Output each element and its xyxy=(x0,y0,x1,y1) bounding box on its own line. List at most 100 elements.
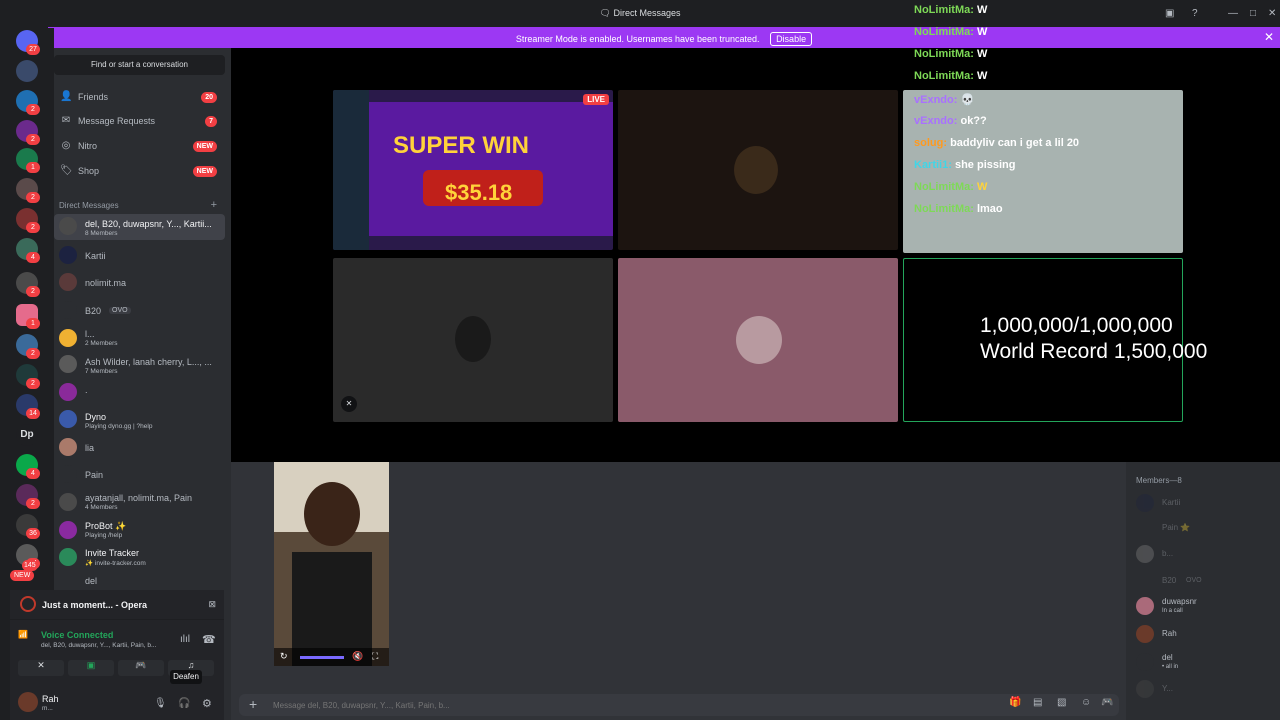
activity-button[interactable]: 🎮 xyxy=(118,660,164,676)
dm-item[interactable]: Invite Tracker ✨ invite-tracker.com xyxy=(54,545,225,571)
dm-item[interactable]: Dyno Playing dyno.gg | ?help xyxy=(54,407,225,433)
activity-close-icon[interactable]: ⊠ xyxy=(208,599,216,610)
chat-text: W xyxy=(976,4,988,16)
create-dm-icon[interactable]: + xyxy=(211,199,217,211)
nav-nitro[interactable]: ◎ Nitro NEW xyxy=(54,135,225,157)
screenshare-button[interactable]: ▣ xyxy=(68,660,114,676)
member-item[interactable]: del • all in xyxy=(1136,651,1276,673)
emoji-icon[interactable]: ☺ xyxy=(1081,697,1091,708)
chat-author: NoLimitMa: xyxy=(914,70,974,82)
deafen-icon[interactable]: 🎧 xyxy=(178,698,190,709)
participant-tile[interactable]: ✕ xyxy=(333,258,613,422)
dm-item[interactable]: . xyxy=(54,380,225,406)
nav-shop[interactable]: 🏷 Shop NEW xyxy=(54,160,225,182)
dm-name: lia xyxy=(85,443,95,453)
replay-icon[interactable]: ↻ xyxy=(280,651,288,662)
participant-tile[interactable] xyxy=(618,258,898,422)
nav-friends[interactable]: 👤 Friends 20 xyxy=(54,86,225,108)
minimize-button[interactable]: — xyxy=(1228,8,1238,19)
dm-item[interactable]: del xyxy=(54,572,225,588)
chat-author: vExndo: xyxy=(914,115,958,127)
user-avatar[interactable] xyxy=(18,692,38,712)
user-status: m... xyxy=(42,705,53,712)
dm-item[interactable]: ProBot ✨ Playing /help xyxy=(54,518,225,544)
overlay-chat-line: vExndo: ok?? xyxy=(914,115,987,127)
dm-item[interactable]: Pain xyxy=(54,462,225,488)
voice-channel[interactable]: del, B20, duwapsnr, Y..., Kartii, Pain, … xyxy=(41,642,156,649)
gif-icon[interactable]: ▤ xyxy=(1033,697,1042,708)
dm-name: nolimit.ma xyxy=(85,278,127,288)
dm-item[interactable]: nolimit.ma xyxy=(54,270,225,296)
dm-item[interactable]: Ash Wilder, lanah cherry, L..., ... 7 Me… xyxy=(54,352,225,378)
member-name: B20 xyxy=(1162,576,1177,585)
search-button[interactable]: Find or start a conversation xyxy=(54,55,225,75)
dm-item[interactable]: del, B20, duwapsnr, Y..., Kartii... 8 Me… xyxy=(54,214,225,240)
nav-label: Shop xyxy=(78,166,100,176)
avatar xyxy=(59,246,77,264)
app-launcher-icon[interactable]: 🎮 xyxy=(1101,697,1113,708)
member-avatar xyxy=(1136,625,1154,643)
dm-item[interactable]: Kartii xyxy=(54,243,225,269)
close-window-button[interactable]: ✕ xyxy=(1268,8,1276,19)
close-banner-icon[interactable]: ✕ xyxy=(1264,30,1274,44)
activity-panel[interactable]: Just a moment... - Opera ⊠ xyxy=(10,590,224,620)
dm-item[interactable]: ayatanjall, nolimit.ma, Pain 4 Members xyxy=(54,490,225,516)
fullscreen-icon[interactable]: ⛶ xyxy=(372,651,378,662)
dm-name: del, B20, duwapsnr, Y..., Kartii... xyxy=(85,219,212,229)
message-input[interactable] xyxy=(273,697,833,713)
user-name: Rah xyxy=(42,694,59,704)
mute-icon[interactable]: 🎙 xyxy=(154,698,167,709)
volume-mute-icon[interactable]: 🔇 xyxy=(352,651,363,662)
overlay-chat-line: NoLimitMa: lmao xyxy=(914,203,1003,215)
signal-icon: 📶 xyxy=(18,630,28,639)
shop-icon: 🏷 xyxy=(60,165,73,176)
member-status: In a call xyxy=(1162,608,1183,614)
mail-icon: ✉ xyxy=(61,115,71,126)
help-icon[interactable]: ? xyxy=(1192,8,1198,19)
stream-tile[interactable]: SUPER WIN $35.18 LIVE xyxy=(333,90,613,250)
member-avatar xyxy=(1136,653,1154,671)
home-badge: 27 xyxy=(26,44,40,55)
nav-message-requests[interactable]: ✉ Message Requests 7 xyxy=(54,110,225,132)
server-badge: 2 xyxy=(26,378,40,389)
server-badge: 2 xyxy=(26,134,40,145)
activity-text: Just a moment... - Opera xyxy=(42,600,148,610)
server-dp[interactable]: Dp xyxy=(16,424,38,446)
attach-plus-icon[interactable]: + xyxy=(249,696,257,712)
dm-sub: 7 Members xyxy=(85,368,118,375)
overlay-chat-line: NoLimitMa: W xyxy=(914,48,987,60)
member-item[interactable]: Pain ⭐ xyxy=(1136,517,1276,539)
opera-icon xyxy=(20,596,36,612)
avatar xyxy=(59,438,77,456)
inbox-icon[interactable]: ▣ xyxy=(1165,8,1174,19)
server-badge: 1 xyxy=(26,162,40,173)
avatar xyxy=(59,493,77,511)
server-badge: 2 xyxy=(26,192,40,203)
overlay-chat-line: NoLimitMa: W xyxy=(914,4,987,16)
member-item[interactable]: B20 OVO xyxy=(1136,570,1276,592)
camera-off-button[interactable]: ✕ xyxy=(18,660,64,676)
noise-suppression-icon[interactable]: ılıl xyxy=(180,634,190,645)
settings-gear-icon[interactable]: ⚙ xyxy=(202,697,212,710)
dm-item[interactable]: l... 2 Members xyxy=(54,326,225,352)
disconnect-icon[interactable]: ☎ xyxy=(202,633,216,646)
participant-avatar xyxy=(734,146,778,194)
ovo-tag: OVO xyxy=(1186,577,1202,584)
member-item[interactable]: duwapsnr In a call xyxy=(1136,595,1276,617)
member-item[interactable]: Rah xyxy=(1136,623,1276,645)
dm-item[interactable]: lia xyxy=(54,435,225,461)
chat-text: 💀 xyxy=(960,94,975,106)
member-item[interactable]: b... xyxy=(1136,543,1276,565)
dm-name: Invite Tracker xyxy=(85,548,140,558)
gift-icon[interactable]: 🎁 xyxy=(1009,697,1021,708)
member-item[interactable]: Kartii xyxy=(1136,492,1276,514)
dm-item[interactable]: B20 OVO xyxy=(54,298,225,324)
participant-tile[interactable] xyxy=(618,90,898,250)
server-icon[interactable] xyxy=(16,60,38,82)
sticker-icon[interactable]: ▧ xyxy=(1057,697,1066,708)
maximize-button[interactable]: □ xyxy=(1250,8,1256,19)
member-item[interactable]: Y... xyxy=(1136,678,1276,700)
disable-button[interactable]: Disable xyxy=(770,32,813,46)
progress-bar[interactable] xyxy=(300,656,344,659)
dm-sub: 8 Members xyxy=(85,230,118,237)
